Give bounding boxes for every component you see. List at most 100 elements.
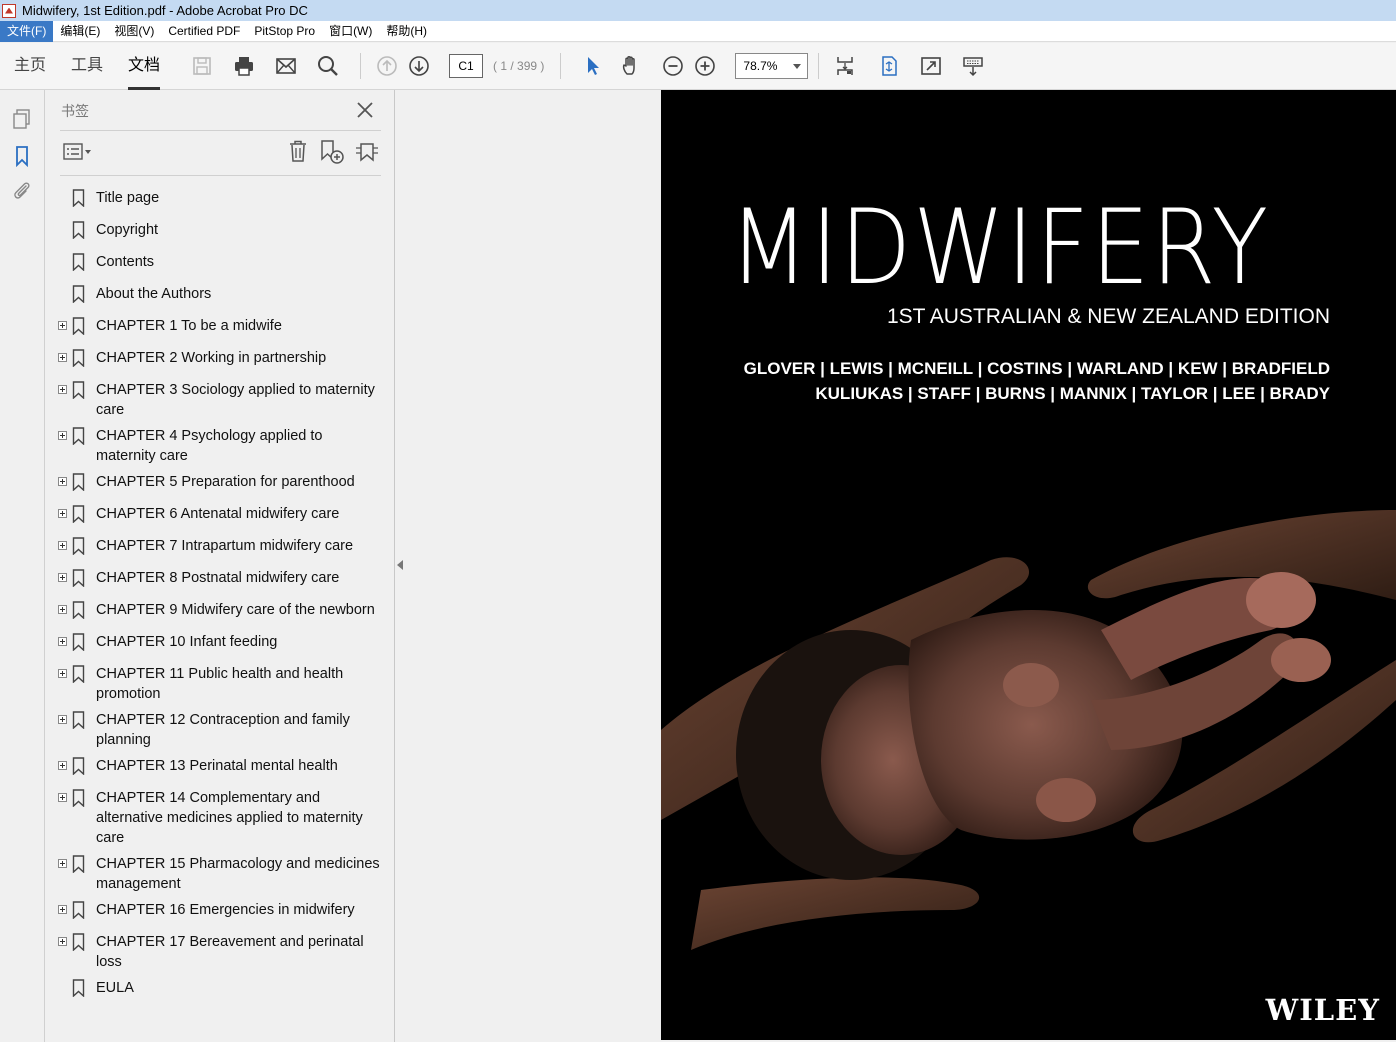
scroll-mode-button[interactable] [831,52,859,80]
tab-document[interactable]: 文档 [128,43,161,90]
add-bookmark-icon[interactable] [319,139,345,165]
page-number-input[interactable]: C1 [449,54,484,78]
bookmark-label: CHAPTER 17 Bereavement and perinatal los… [96,934,364,970]
expand-icon[interactable] [58,905,67,914]
bookmark-label: CHAPTER 7 Intrapartum midwifery care [96,538,354,554]
expand-icon[interactable] [58,637,67,646]
search-button[interactable] [314,52,342,80]
menu-certified-pdf[interactable]: Certified PDF [161,21,247,42]
cursor-arrow-icon [588,57,600,75]
fit-page-button[interactable] [875,52,903,80]
bookmark-label: CHAPTER 9 Midwifery care of the newborn [96,602,375,618]
bookmark-label: CHAPTER 8 Postnatal midwifery care [96,570,340,586]
next-page-button[interactable] [405,52,433,80]
page-count: ( 1 / 399 ) [493,59,545,73]
panel-title: 书签 [61,103,89,119]
save-button[interactable] [188,52,216,80]
expand-icon[interactable] [58,937,67,946]
bookmark-label: Copyright [96,222,159,238]
bookmarks-icon[interactable] [11,145,33,167]
attachments-icon[interactable] [11,180,33,202]
page-thumbnails-icon[interactable] [11,108,33,130]
expand-icon[interactable] [58,573,67,582]
expand-icon[interactable] [58,509,67,518]
cover-authors-line: GLOVER | LEWIS | MCNEILL | COSTINS | WAR… [743,359,1330,378]
menu-file[interactable]: 文件(F) [0,20,54,42]
email-button[interactable] [272,52,300,80]
expand-icon[interactable] [58,761,67,770]
bookmark-tools [60,138,381,166]
menu-pitstop-pro[interactable]: PitStop Pro [247,21,322,42]
cover-photo-newborn-in-hands [661,510,1396,950]
bookmark-icon [72,569,85,587]
full-screen-button[interactable] [917,52,945,80]
collapse-panel-icon[interactable] [397,560,403,570]
bookmark-label: CHAPTER 4 Psychology applied to maternit… [96,428,323,464]
print-button[interactable] [230,52,258,80]
panel-divider [60,130,381,131]
expand-icon[interactable] [58,605,67,614]
bookmark-label: CHAPTER 16 Emergencies in midwifery [96,902,355,918]
expand-icon[interactable] [58,431,67,440]
bookmark-icon [72,633,85,651]
bookmark-icon [72,189,85,207]
bookmark-icon [72,349,85,367]
expand-icon[interactable] [58,669,67,678]
hand-tool-button[interactable] [617,52,645,80]
zoom-in-button[interactable] [691,52,719,80]
bookmark-icon [72,601,85,619]
bookmark-label: EULA [96,980,134,996]
bookmark-label: Title page [96,190,160,206]
zoom-out-button[interactable] [659,52,687,80]
expand-icon[interactable] [58,859,67,868]
expand-icon[interactable] [58,477,67,486]
bookmark-label: CHAPTER 14 Complementary and alternative… [96,790,363,846]
bookmark-icon [72,381,85,399]
cover-authors-line: KULIUKAS | STAFF | BURNS | MANNIX | TAYL… [815,384,1330,403]
envelope-icon [276,58,296,74]
delete-bookmark-icon[interactable] [286,139,310,163]
bookmark-label: Contents [96,254,155,270]
hand-icon [623,56,636,75]
previous-page-button[interactable] [373,52,401,80]
expand-icon [921,57,942,75]
expand-icon[interactable] [58,715,67,724]
bookmark-label: CHAPTER 1 To be a midwife [96,318,282,334]
tab-tools[interactable]: 工具 [71,43,103,90]
close-icon[interactable] [356,101,374,119]
menu-bar: 文件(F) 编辑(E) 视图(V) Certified PDF PitStop … [0,20,1396,42]
expand-bookmark-icon[interactable] [354,139,380,165]
bookmark-icon [72,757,85,775]
bookmark-icon [72,933,85,951]
bookmarks-panel: 书签 Title page Copyright Contents About t… [45,90,395,1042]
expand-icon[interactable] [58,321,67,330]
bookmark-icon [72,711,85,729]
bookmark-label: CHAPTER 13 Perinatal mental health [96,758,338,774]
expand-icon[interactable] [58,353,67,362]
tab-home[interactable]: 主页 [14,43,46,90]
menu-help[interactable]: 帮助(H) [379,21,434,42]
menu-view[interactable]: 视图(V) [107,21,161,42]
main-toolbar: 主页 工具 文档 C1 ( 1 / 399 ) 78.7% [0,43,1396,90]
printer-icon [235,57,254,76]
zoom-value: 78.7% [743,59,778,73]
menu-edit[interactable]: 编辑(E) [53,21,107,42]
bookmark-icon [72,473,85,491]
options-menu-icon[interactable] [62,142,94,162]
chevron-down-icon [793,63,802,69]
read-mode-button[interactable] [959,52,987,80]
zoom-select[interactable]: 78.7% [735,53,809,79]
expand-icon[interactable] [58,793,67,802]
arrow-up-circle-icon [377,56,397,76]
search-icon [318,56,338,76]
select-tool-button[interactable] [579,52,607,80]
plus-circle-icon [695,56,716,76]
expand-icon[interactable] [58,541,67,550]
expand-icon[interactable] [58,385,67,394]
title-bar: Midwifery, 1st Edition.pdf - Adobe Acrob… [0,0,1396,21]
menu-window[interactable]: 窗口(W) [322,21,379,42]
save-icon [193,57,211,75]
toolbar-separator [818,53,820,79]
cover-authors: GLOVER | LEWIS | MCNEILL | COSTINS | WAR… [744,356,1330,406]
panel-divider [60,175,381,176]
